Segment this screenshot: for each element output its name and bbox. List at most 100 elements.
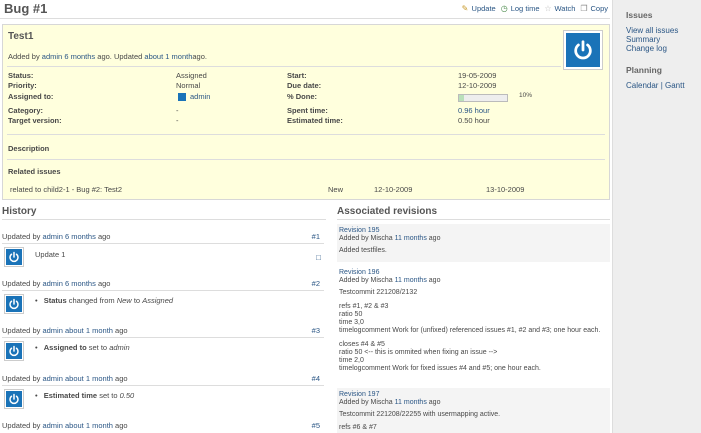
sidebar-planning-heading: Planning [626,65,662,75]
sidebar-summary[interactable]: Summary [626,35,701,44]
power-icon [9,345,19,357]
journal-header: Updated by admin 6 months ago #1 [2,232,320,241]
assignee-avatar [178,93,186,102]
revision-item: Revision 196 Added by Mischa 11 months a… [337,266,610,386]
journal-entry: Updated by admin 6 months ago #1 Update … [0,232,326,268]
journal-note: Update 1 [35,250,66,259]
main-content: Bug #1 ✎ Update ◷ Log time ☆ Watch ❐ Cop… [0,0,612,433]
journal-ago-link[interactable]: about 1 month [65,374,113,383]
journal-ago-link[interactable]: about 1 month [65,421,113,430]
clock-icon: ◷ [500,4,508,13]
journal-user-link[interactable]: admin [42,374,62,383]
revision-comment: timelogcomment Work for (unfixed) refere… [339,327,601,334]
power-icon [9,298,19,310]
journal-number-link[interactable]: #3 [312,326,320,335]
avatar [4,294,24,314]
page-title: Bug #1 [4,1,48,16]
journal-header: Updated by admin about 1 month ago #4 [2,374,320,383]
journal-header: Updated by admin 6 months ago #2 [2,279,320,288]
revision-link[interactable]: Revision 196 [339,269,610,277]
attr-row: Category: - Spent time: 0.96 hour [8,106,490,115]
spent-time-link[interactable]: 0.96 hour [458,106,490,115]
journal-detail: Status changed from New to Assigned [35,296,173,305]
journal-user-link[interactable]: admin [42,326,62,335]
journal-entry: Updated by admin about 1 month ago #4 Es… [0,374,326,410]
attr-row: Priority: Normal Due date: 12-10-2009 [8,81,497,90]
description-heading: Description [8,144,50,153]
sidebar-calendar-gantt[interactable]: Calendar | Gantt [626,81,701,90]
divider [337,219,610,220]
revision-link[interactable]: Revision 197 [339,391,610,399]
log-time-button[interactable]: ◷ Log time [500,4,540,13]
divider [7,134,605,135]
issue-details: Test1 Added by admin 6 months ago. Updat… [2,24,610,200]
category-value: - [176,106,179,115]
journal-number-link[interactable]: #5 [312,421,320,430]
author-avatar [563,30,603,70]
sidebar-change-log[interactable]: Change log [626,44,701,53]
journal-ago-link[interactable]: 6 months [65,279,96,288]
revision-comment: Testcommit 221208/2132 [339,289,418,296]
revision-comment: time 2,0 [339,357,364,364]
journal-entry: Updated by admin about 1 month ago #3 As… [0,326,326,362]
power-icon [574,40,592,60]
divider [7,66,561,67]
relation-text[interactable]: related to child2-1 - Bug #2: Test2 [10,185,122,194]
revision-comment: timelogcomment Work for fixed issues #4 … [339,365,541,372]
revision-comment: closes #4 & #5 [339,341,385,348]
due-date-value: 12-10-2009 [458,81,497,90]
revision-ago-link[interactable]: 11 months [395,399,427,406]
relation-start: 12-10-2009 [374,185,413,194]
estimated-time-value: 0.50 hour [458,116,490,125]
journal-number-link[interactable]: #1 [312,232,320,241]
divider [2,385,324,386]
journal-header: Updated by admin about 1 month ago #5 [2,421,320,430]
power-icon [9,251,19,263]
created-ago-link[interactable]: 6 months [64,52,95,61]
divider [2,290,324,291]
assignee-link[interactable]: admin [190,92,210,101]
revisions-list: Revision 195 Added by Mischa 11 months a… [337,224,610,433]
journal-ago-link[interactable]: 6 months [65,232,96,241]
copy-button[interactable]: ❐ Copy [579,4,608,13]
revision-comment: ratio 50 <-- this is ommited when fixing… [339,349,498,356]
journal-entry: Updated by admin 6 months ago #2 Status … [0,279,326,315]
watch-button[interactable]: ☆ Watch [544,4,575,13]
divider [2,337,324,338]
divider [7,159,605,160]
priority-value: Normal [176,81,201,90]
revision-ago-link[interactable]: 11 months [395,235,427,242]
journal-ago-link[interactable]: about 1 month [65,326,113,335]
revision-item: Revision 195 Added by Mischa 11 months a… [337,224,610,262]
start-date-value: 19-05-2009 [458,71,497,80]
revision-comment: refs #6 & #7 [339,424,377,431]
journal-number-link[interactable]: #4 [312,374,320,383]
avatar [4,341,24,361]
quote-icon[interactable]: □ [316,253,321,262]
sidebar-issues-heading: Issues [626,10,653,20]
revision-comment: refs #1, #2 & #3 [339,303,389,310]
revision-comment: time 3,0 [339,319,364,326]
journal-user-link[interactable]: admin [42,421,62,430]
journal-number-link[interactable]: #2 [312,279,320,288]
revision-link[interactable]: Revision 195 [339,227,610,235]
revision-comment: Testcommit 221208/22255 with usermapping… [339,411,501,418]
journal-header: Updated by admin about 1 month ago #3 [2,326,320,335]
update-button[interactable]: ✎ Update [461,4,496,13]
journal-user-link[interactable]: admin [42,232,62,241]
journal-user-link[interactable]: admin [42,279,62,288]
avatar [4,389,24,409]
sidebar-view-all-issues[interactable]: View all issues [626,26,701,35]
revision-comment: Added testfiles. [339,247,387,254]
updated-ago-link[interactable]: about 1 month [144,52,192,61]
pencil-icon: ✎ [461,4,469,13]
history-heading: History [2,206,37,217]
revision-ago-link[interactable]: 11 months [395,277,427,284]
related-issues-heading: Related issues [8,167,61,176]
revision-item: Revision 197 Added by Mischa 11 months a… [337,388,610,433]
author-link[interactable]: admin [42,52,62,61]
sidebar: Issues View all issues Summary Change lo… [612,0,701,433]
revisions-heading: Associated revisions [337,206,438,217]
copy-icon: ❐ [580,4,588,13]
contextual-actions: ✎ Update ◷ Log time ☆ Watch ❐ Copy [461,4,608,13]
